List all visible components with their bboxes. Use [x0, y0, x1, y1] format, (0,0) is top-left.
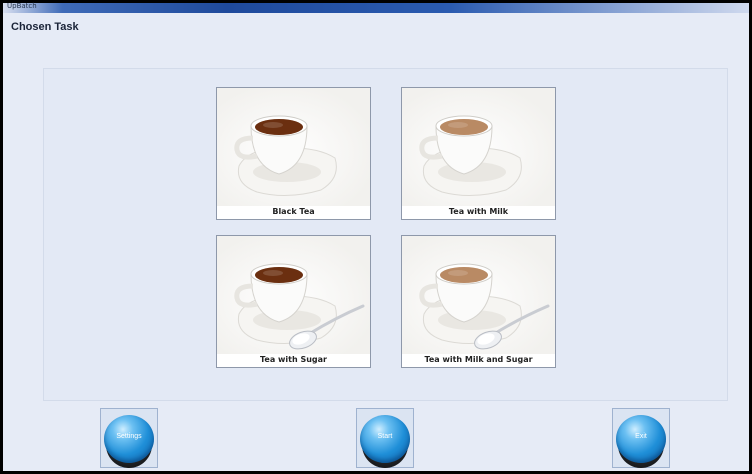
tea-cup-image — [402, 236, 555, 354]
task-tile-tea-with-sugar[interactable]: Tea with Sugar — [216, 235, 371, 368]
tea-cup-image — [217, 88, 370, 206]
app-window: UpBatch Chosen Task Black Tea Tea with M… — [0, 0, 752, 474]
tea-cup-image — [217, 236, 370, 354]
exit-button[interactable]: Exit — [612, 408, 672, 468]
app-name: UpBatch — [7, 2, 37, 10]
start-button-label: Start — [377, 433, 393, 440]
page-title: Chosen Task — [11, 21, 79, 33]
task-tile-tea-with-milk[interactable]: Tea with Milk — [401, 87, 556, 220]
task-label: Tea with Milk and Sugar — [424, 355, 533, 364]
tea-cup-image — [402, 88, 555, 206]
task-panel — [43, 68, 728, 401]
task-label: Tea with Milk — [448, 207, 509, 216]
task-label: Black Tea — [272, 207, 315, 216]
settings-button[interactable]: Settings — [100, 408, 160, 468]
client-area: Chosen Task — [3, 13, 749, 471]
task-tile-tea-with-milk-and-sugar[interactable]: Tea with Milk and Sugar — [401, 235, 556, 368]
task-tile-black-tea[interactable]: Black Tea — [216, 87, 371, 220]
settings-button-label: Settings — [116, 433, 142, 440]
start-button[interactable]: Start — [356, 408, 416, 468]
exit-button-label: Exit — [635, 433, 647, 440]
task-label: Tea with Sugar — [260, 355, 327, 364]
title-bar: UpBatch — [3, 2, 749, 13]
